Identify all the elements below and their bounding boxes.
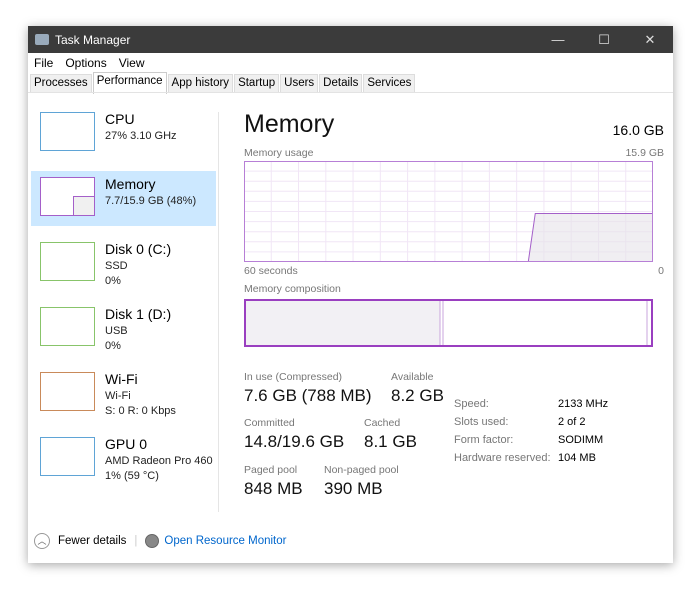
sidebar-item-detail2: 0% — [105, 275, 121, 287]
resource-sidebar: CPU 27% 3.10 GHz Memory 7.7/15.9 GB (48%) Di… — [31, 106, 216, 496]
mini-graph — [40, 307, 95, 346]
sidebar-item-name: CPU — [105, 111, 135, 127]
mini-graph — [40, 112, 95, 151]
mini-graph — [40, 437, 95, 476]
close-button[interactable]: ✕ — [627, 32, 673, 48]
cached-value: 8.1 GB — [364, 432, 417, 451]
task-manager-window: Task Manager — ☐ ✕ File Options View Pro… — [28, 26, 673, 563]
usage-label: Memory usage — [244, 147, 314, 159]
sidebar-item-detail: 27% 3.10 GHz — [105, 130, 177, 142]
sidebar-item-cpu[interactable]: CPU 27% 3.10 GHz — [31, 106, 216, 161]
mini-graph — [40, 242, 95, 281]
sidebar-item-detail: AMD Radeon Pro 460 — [105, 455, 213, 467]
memory-composition-bar — [244, 299, 653, 347]
resource-monitor-icon — [145, 534, 160, 548]
sidebar-item-name: Memory — [105, 176, 156, 192]
sidebar-item-disk-1-d[interactable]: Disk 1 (D:) USB 0% — [31, 301, 216, 356]
sidebar-item-detail: 7.7/15.9 GB (48%) — [105, 195, 197, 207]
sidebar-item-disk-0-c[interactable]: Disk 0 (C:) SSD 0% — [31, 236, 216, 291]
in-use-value: 7.6 GB (788 MB) — [244, 386, 372, 405]
open-resource-monitor-link[interactable]: Open Resource Monitor — [164, 535, 286, 547]
tab-startup[interactable]: Startup — [234, 74, 280, 92]
tab-users[interactable]: Users — [280, 74, 319, 92]
sidebar-item-name: GPU 0 — [105, 436, 148, 452]
minimize-button[interactable]: — — [535, 32, 581, 48]
sidebar-item-detail2: 0% — [105, 340, 121, 352]
sidebar-item-detail: SSD — [105, 260, 128, 272]
maximize-button[interactable]: ☐ — [581, 32, 627, 48]
committed-label: Committed — [244, 417, 295, 429]
menu-options[interactable]: Options — [65, 56, 106, 70]
sidebar-item-name: Wi-Fi — [105, 371, 138, 387]
menu-view[interactable]: View — [119, 56, 145, 70]
tab-performance[interactable]: Performance — [92, 72, 167, 94]
available-label: Available — [391, 371, 434, 383]
window-title: Task Manager — [55, 32, 131, 47]
tab-services[interactable]: Services — [363, 74, 416, 92]
usage-max: 15.9 GB — [625, 147, 664, 159]
spec-value: 2 of 2 — [558, 416, 586, 428]
mini-graph — [40, 177, 95, 216]
committed-value: 14.8/19.6 GB — [244, 432, 345, 451]
fewer-details-button[interactable]: Fewer details — [58, 535, 126, 547]
sidebar-item-wi-fi[interactable]: Wi-Fi Wi-Fi S: 0 R: 0 Kbps — [31, 366, 216, 421]
task-manager-icon — [35, 34, 49, 45]
spec-label: Speed: — [454, 398, 489, 410]
menu-bar: File Options View — [28, 53, 673, 72]
nonpaged-pool-label: Non-paged pool — [324, 464, 399, 476]
paged-pool-value: 848 MB — [244, 479, 303, 498]
spec-value: SODIMM — [558, 434, 604, 446]
composition-in-use — [246, 301, 440, 345]
paged-pool-label: Paged pool — [244, 464, 298, 476]
title-bar: Task Manager — ☐ ✕ — [28, 26, 673, 53]
menu-file[interactable]: File — [34, 56, 53, 70]
sidebar-item-name: Disk 0 (C:) — [105, 241, 172, 257]
sidebar-item-name: Disk 1 (D:) — [105, 306, 172, 322]
available-value: 8.2 GB — [391, 386, 444, 405]
tab-bar: Processes Performance App history Startup Us… — [30, 72, 416, 94]
nonpaged-pool-value: 390 MB — [324, 479, 383, 498]
tab-processes[interactable]: Processes — [30, 74, 92, 92]
tab-app-history[interactable]: App history — [167, 74, 234, 92]
total-memory: 16.0 GB — [612, 122, 664, 138]
sidebar-item-detail: Wi-Fi — [105, 390, 131, 402]
sidebar-item-memory[interactable]: Memory 7.7/15.9 GB (48%) — [31, 171, 216, 226]
chevron-up-icon[interactable]: ︿ — [34, 533, 50, 549]
x-axis-left: 60 seconds — [244, 265, 298, 277]
mini-graph — [40, 372, 95, 411]
tab-divider — [28, 92, 673, 93]
in-use-label: In use (Compressed) — [244, 371, 343, 383]
page-title: Memory — [244, 110, 335, 138]
spec-label: Slots used: — [454, 416, 509, 428]
composition-label: Memory composition — [244, 283, 341, 295]
spec-value: 104 MB — [558, 452, 596, 464]
memory-usage-graph — [244, 161, 653, 262]
footer: ︿ Fewer details | Open Resource Monitor — [34, 533, 286, 549]
x-axis-right: 0 — [658, 265, 664, 277]
sidebar-item-gpu-0[interactable]: GPU 0 AMD Radeon Pro 460 1% (59 °C) — [31, 431, 216, 486]
sidebar-item-detail: USB — [105, 325, 128, 337]
sidebar-divider — [218, 112, 219, 512]
spec-value: 2133 MHz — [558, 398, 609, 410]
spec-label: Hardware reserved: — [454, 452, 551, 464]
usage-area — [527, 213, 653, 262]
sidebar-item-detail2: 1% (59 °C) — [105, 470, 159, 482]
spec-label: Form factor: — [454, 434, 514, 446]
cached-label: Cached — [364, 417, 401, 429]
tab-details[interactable]: Details — [319, 74, 363, 92]
sidebar-item-detail2: S: 0 R: 0 Kbps — [105, 405, 176, 417]
